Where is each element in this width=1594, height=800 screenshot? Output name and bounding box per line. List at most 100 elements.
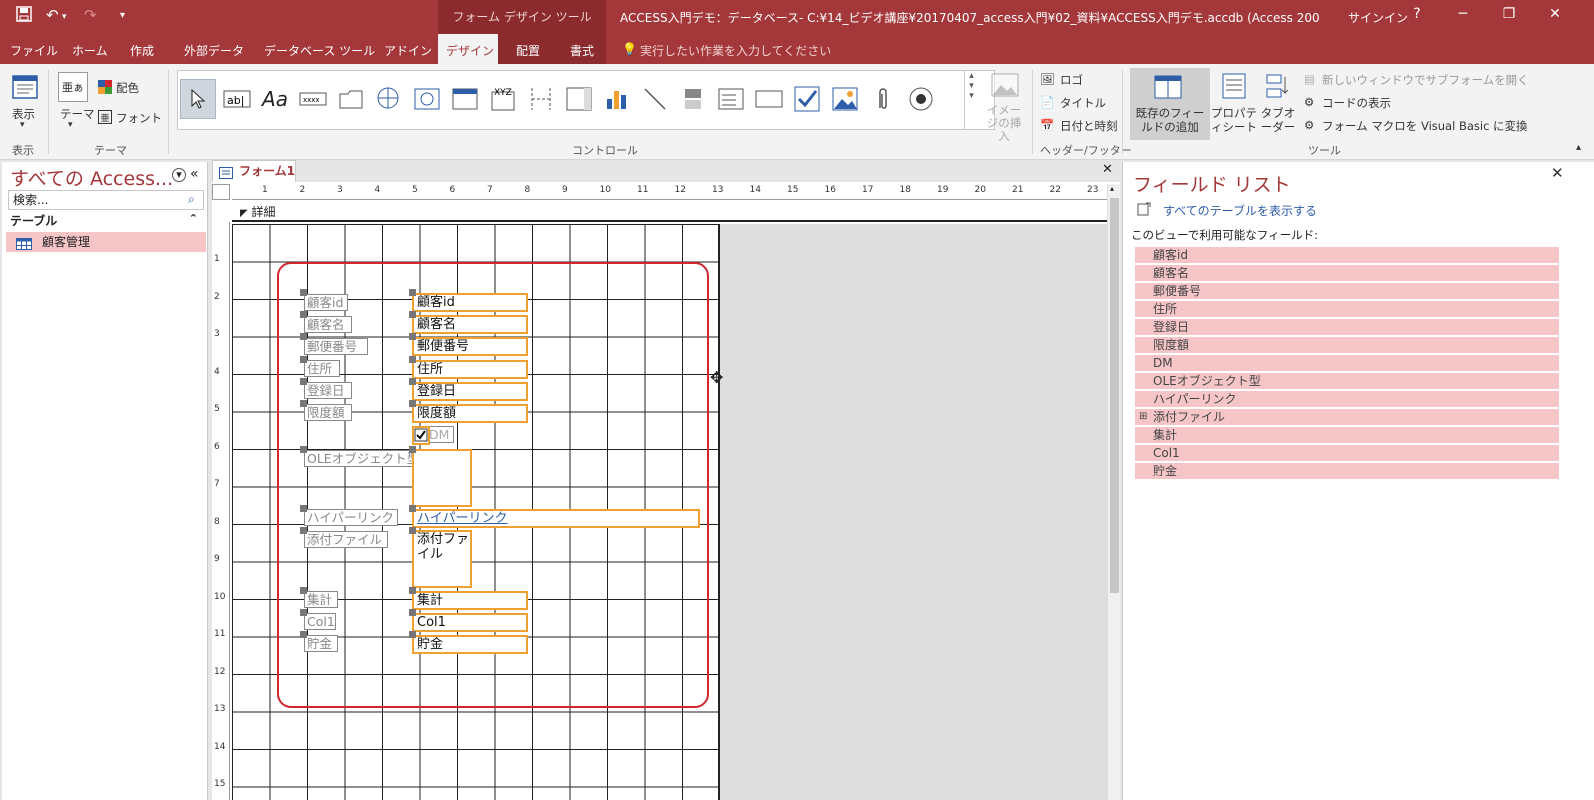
view-dropdown-icon[interactable]: ▾ — [20, 120, 25, 130]
restore-button[interactable]: ❐ — [1494, 6, 1524, 22]
rectangle-control-icon[interactable] — [752, 81, 786, 117]
move-handle[interactable] — [409, 527, 416, 534]
move-handle[interactable] — [409, 356, 416, 363]
move-handle[interactable] — [300, 505, 307, 512]
field-ole-object[interactable] — [412, 449, 472, 507]
nav-menu-icon[interactable]: ▾ — [172, 168, 186, 182]
move-handle[interactable] — [300, 631, 307, 638]
close-document-icon[interactable]: ✕ — [1102, 162, 1113, 177]
scroll-up-icon[interactable]: ▴ — [1110, 184, 1114, 193]
move-handle[interactable] — [409, 400, 416, 407]
label-address[interactable]: 住所 — [304, 360, 340, 377]
signin-link[interactable]: サインイン — [1348, 9, 1408, 26]
tab-create[interactable]: 作成 — [130, 42, 154, 59]
toggle-button-icon[interactable] — [676, 81, 710, 117]
field-dm-checkbox[interactable] — [412, 426, 430, 445]
move-handle[interactable] — [300, 527, 307, 534]
move-handle[interactable] — [300, 378, 307, 385]
move-handle[interactable] — [409, 333, 416, 340]
line-control-icon[interactable] — [638, 81, 672, 117]
combo-box-icon[interactable] — [562, 81, 596, 117]
field-limit[interactable]: 限度額 — [412, 404, 528, 423]
label-dm[interactable]: DM — [426, 426, 454, 443]
option-group-icon[interactable]: XYZ — [486, 81, 520, 117]
colors-button[interactable]: 配色 — [116, 80, 139, 96]
field-total[interactable]: 集計 — [412, 591, 528, 610]
move-handle[interactable] — [409, 289, 416, 296]
property-sheet-icon[interactable] — [1220, 72, 1248, 100]
field-list-item[interactable]: 貯金 — [1135, 463, 1559, 479]
move-handle[interactable] — [300, 333, 307, 340]
scrollbar-thumb[interactable] — [1110, 198, 1119, 593]
property-sheet-button[interactable]: プロパティシート — [1210, 106, 1258, 134]
add-existing-fields-button[interactable]: 既存のフィールドの追加 — [1130, 68, 1210, 140]
move-handle[interactable] — [300, 400, 307, 407]
ruler-corner[interactable] — [212, 184, 230, 200]
logo-icon[interactable]: 🖼 — [1040, 72, 1055, 86]
datetime-icon[interactable]: 📅 — [1040, 118, 1054, 132]
gallery-scroll[interactable]: ▴ ▾ ▾ — [964, 71, 978, 129]
tab-control-icon[interactable] — [334, 81, 368, 117]
section-header-detail[interactable]: ◤ 詳細 — [232, 202, 1107, 222]
field-list-item[interactable]: 顧客名 — [1135, 265, 1559, 281]
image-control-icon[interactable] — [828, 81, 862, 117]
customize-qat-icon[interactable]: ▾ — [120, 10, 125, 21]
logo-button[interactable]: ロゴ — [1060, 72, 1083, 88]
field-address[interactable]: 住所 — [412, 360, 528, 379]
tab-arrange[interactable]: 配置 — [516, 42, 540, 59]
move-handle[interactable] — [409, 609, 416, 616]
tab-home[interactable]: ホーム — [72, 42, 108, 59]
view-code-button[interactable]: コードの表示 — [1322, 95, 1391, 111]
view-icon[interactable] — [10, 72, 40, 102]
move-handle[interactable] — [300, 446, 307, 453]
label-attachment[interactable]: 添付ファイル — [304, 531, 388, 548]
field-postal-code[interactable]: 郵便番号 — [412, 337, 528, 356]
move-handle[interactable] — [300, 609, 307, 616]
tab-order-icon[interactable] — [1264, 72, 1292, 100]
fonts-icon[interactable]: 亜 — [98, 110, 112, 124]
collapse-ribbon-icon[interactable]: ▴ — [1576, 142, 1581, 153]
field-list-item-attachment[interactable]: ⊞ 添付ファイル — [1135, 409, 1559, 425]
collapse-nav-icon[interactable]: « — [190, 166, 199, 182]
field-list-item[interactable]: 集計 — [1135, 427, 1559, 443]
tab-format[interactable]: 書式 — [570, 42, 594, 59]
colors-icon[interactable] — [98, 80, 112, 94]
theme-icon[interactable]: 亜ぁ — [58, 72, 88, 102]
field-list-item[interactable]: 顧客id — [1135, 247, 1559, 263]
move-handle[interactable] — [409, 311, 416, 318]
navigation-control-icon[interactable] — [448, 81, 482, 117]
tab-addins[interactable]: アドイン — [384, 42, 432, 59]
move-handle[interactable] — [300, 356, 307, 363]
label-col1[interactable]: Col1 — [304, 613, 336, 630]
tab-form1[interactable]: フォーム1 — [212, 160, 296, 182]
datetime-button[interactable]: 日付と時刻 — [1060, 118, 1118, 134]
label-savings[interactable]: 貯金 — [304, 635, 338, 652]
field-list-item[interactable]: ハイパーリンク — [1135, 391, 1559, 407]
page-break-icon[interactable] — [524, 81, 558, 117]
select-pointer-icon[interactable] — [180, 79, 216, 119]
field-attachment[interactable]: 添付ファイル — [412, 530, 472, 588]
minimize-button[interactable]: ─ — [1448, 6, 1478, 22]
label-control-icon[interactable]: Aa — [258, 81, 292, 117]
close-field-list-icon[interactable]: ✕ — [1551, 164, 1564, 182]
help-button[interactable]: ? — [1402, 6, 1432, 22]
tab-database-tools[interactable]: データベース ツール — [264, 42, 375, 59]
title-icon[interactable]: 📄 — [1040, 95, 1054, 109]
hyperlink-control-icon[interactable] — [372, 81, 406, 117]
textbox-control-icon[interactable]: ab| — [220, 81, 254, 117]
label-customer-id[interactable]: 顧客id — [304, 294, 348, 311]
theme-dropdown-icon[interactable]: ▾ — [68, 120, 73, 130]
move-handle[interactable] — [409, 505, 416, 512]
nav-search-input[interactable]: 検索... — [8, 190, 204, 210]
tab-design[interactable]: デザイン — [446, 42, 494, 59]
button-control-icon[interactable]: xxxx — [296, 81, 330, 117]
move-handle[interactable] — [409, 587, 416, 594]
field-hyperlink[interactable]: ハイパーリンク — [412, 509, 700, 528]
nav-section-tables[interactable]: テーブル ⌃ — [10, 212, 206, 230]
nav-item-table[interactable]: 顧客管理 — [6, 232, 206, 252]
label-registered-date[interactable]: 登録日 — [304, 382, 352, 399]
move-handle[interactable] — [409, 378, 416, 385]
chart-control-icon[interactable] — [600, 81, 634, 117]
convert-macros-button[interactable]: フォーム マクロを Visual Basic に変換 — [1322, 118, 1528, 134]
label-customer-name[interactable]: 顧客名 — [304, 316, 352, 333]
